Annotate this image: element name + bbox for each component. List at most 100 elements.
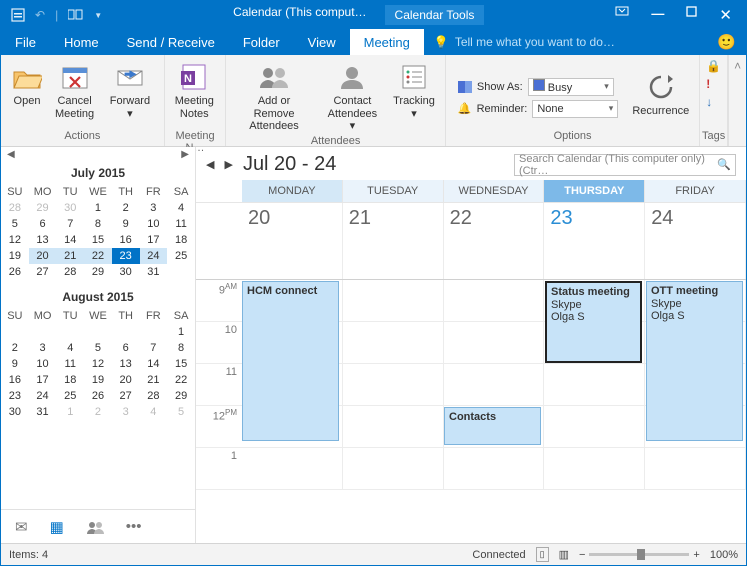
time-cell[interactable] xyxy=(242,448,343,489)
allday-wed[interactable]: 22 xyxy=(444,203,545,279)
cal-day[interactable] xyxy=(167,264,195,280)
cal-day[interactable]: 27 xyxy=(112,388,140,404)
cal-day[interactable]: 31 xyxy=(29,404,57,420)
cal-day[interactable]: 25 xyxy=(56,388,84,404)
cal-day[interactable]: 28 xyxy=(140,388,168,404)
cal-day[interactable] xyxy=(29,324,57,340)
time-cell[interactable] xyxy=(645,448,746,489)
next-month-icon[interactable]: ▶ xyxy=(181,149,189,160)
cal-day[interactable]: 23 xyxy=(112,248,140,264)
cal-day[interactable] xyxy=(112,324,140,340)
cal-day[interactable]: 7 xyxy=(56,216,84,232)
cal-day[interactable]: 2 xyxy=(84,404,112,420)
cal-day[interactable]: 30 xyxy=(1,404,29,420)
cal-day[interactable]: 9 xyxy=(112,216,140,232)
tab-folder[interactable]: Folder xyxy=(229,29,294,55)
day-header[interactable]: TUESDAY xyxy=(343,180,444,202)
cal-day[interactable]: 7 xyxy=(140,340,168,356)
cal-day[interactable]: 6 xyxy=(112,340,140,356)
allday-mon[interactable]: 20 xyxy=(242,203,343,279)
time-cell[interactable] xyxy=(343,322,444,363)
tab-send-receive[interactable]: Send / Receive xyxy=(113,29,229,55)
people-icon[interactable] xyxy=(86,520,104,534)
next-week-icon[interactable]: ▶ xyxy=(224,158,232,171)
add-remove-attendees-button[interactable]: Add or Remove Attendees xyxy=(232,59,315,135)
time-cell[interactable] xyxy=(444,448,545,489)
appointment[interactable]: Status meetingSkypeOlga S xyxy=(545,281,642,363)
open-button[interactable]: Open xyxy=(7,59,47,110)
cal-day[interactable]: 12 xyxy=(1,232,29,248)
time-cell[interactable] xyxy=(444,364,545,405)
cal-day[interactable]: 13 xyxy=(112,356,140,372)
forward-button[interactable]: Forward ▾ xyxy=(102,59,158,122)
cal-day[interactable]: 22 xyxy=(84,248,112,264)
allday-fri[interactable]: 24 xyxy=(645,203,746,279)
cal-day[interactable]: 16 xyxy=(1,372,29,388)
mail-icon[interactable]: ✉ xyxy=(15,518,28,536)
cal-day[interactable]: 21 xyxy=(140,372,168,388)
reminder-select[interactable]: None xyxy=(532,100,618,118)
cal-day[interactable]: 12 xyxy=(84,356,112,372)
cal-day[interactable]: 4 xyxy=(140,404,168,420)
tracking-button[interactable]: Tracking▾ xyxy=(389,59,439,122)
cal-day[interactable]: 27 xyxy=(29,264,57,280)
minimize-icon[interactable]: — xyxy=(651,6,664,24)
cal-day[interactable]: 22 xyxy=(167,372,195,388)
prev-month-icon[interactable]: ◀ xyxy=(7,149,15,160)
cal-day[interactable]: 19 xyxy=(84,372,112,388)
time-cell[interactable] xyxy=(343,406,444,447)
cal-day[interactable]: 29 xyxy=(29,200,57,216)
allday-thu[interactable]: 23 xyxy=(544,203,645,279)
cal-day[interactable]: 6 xyxy=(29,216,57,232)
time-cell[interactable] xyxy=(544,448,645,489)
cal-day[interactable]: 5 xyxy=(167,404,195,420)
cal-day[interactable]: 1 xyxy=(167,324,195,340)
cal-day[interactable]: 15 xyxy=(167,356,195,372)
tab-home[interactable]: Home xyxy=(50,29,113,55)
cal-day[interactable]: 21 xyxy=(56,248,84,264)
undo-icon[interactable]: ↶ xyxy=(35,8,45,22)
cal-day[interactable] xyxy=(140,324,168,340)
cal-day[interactable]: 18 xyxy=(56,372,84,388)
time-cell[interactable] xyxy=(343,448,444,489)
cal-day[interactable]: 11 xyxy=(56,356,84,372)
cal-day[interactable]: 15 xyxy=(84,232,112,248)
mini-calendar-july[interactable]: SUMOTUWETHFRSA 2829301234567891011121314… xyxy=(1,184,195,280)
cal-day[interactable]: 26 xyxy=(1,264,29,280)
time-grid[interactable]: 9AM101112PM1HCM connectStatus meetingSky… xyxy=(196,280,746,543)
cal-day[interactable]: 29 xyxy=(84,264,112,280)
cal-day[interactable]: 26 xyxy=(84,388,112,404)
cal-day[interactable]: 9 xyxy=(1,356,29,372)
cal-day[interactable]: 8 xyxy=(167,340,195,356)
cal-day[interactable]: 3 xyxy=(29,340,57,356)
cal-day[interactable]: 20 xyxy=(29,248,57,264)
zoom-control[interactable]: − + 100% xyxy=(579,549,738,561)
cal-day[interactable]: 3 xyxy=(112,404,140,420)
view-reading-icon[interactable]: ▥ xyxy=(559,548,569,561)
cal-day[interactable]: 20 xyxy=(112,372,140,388)
day-header[interactable]: THURSDAY xyxy=(544,180,645,202)
qat-customize-icon[interactable] xyxy=(68,9,84,21)
time-cell[interactable] xyxy=(343,280,444,321)
cal-day[interactable]: 29 xyxy=(167,388,195,404)
cal-day[interactable]: 1 xyxy=(84,200,112,216)
collapse-ribbon-icon[interactable]: ˄ xyxy=(728,55,746,146)
cal-day[interactable]: 28 xyxy=(1,200,29,216)
day-header[interactable]: MONDAY xyxy=(242,180,343,202)
cal-day[interactable]: 13 xyxy=(29,232,57,248)
contact-attendees-button[interactable]: Contact Attendees ▾ xyxy=(320,59,385,135)
maximize-icon[interactable] xyxy=(686,6,697,24)
cal-day[interactable]: 18 xyxy=(167,232,195,248)
search-input[interactable]: Search Calendar (This computer only) (Ct… xyxy=(514,154,736,176)
meeting-notes-button[interactable]: N Meeting Notes xyxy=(171,59,218,122)
cal-day[interactable]: 19 xyxy=(1,248,29,264)
calendar-icon[interactable]: ▦ xyxy=(50,518,64,536)
cal-day[interactable]: 16 xyxy=(112,232,140,248)
showas-select[interactable]: Busy xyxy=(528,78,614,96)
appointment[interactable]: HCM connect xyxy=(242,281,339,441)
time-cell[interactable] xyxy=(544,364,645,405)
cal-day[interactable]: 3 xyxy=(140,200,168,216)
cal-day[interactable] xyxy=(56,324,84,340)
ribbon-options-icon[interactable] xyxy=(615,6,629,24)
cal-day[interactable]: 14 xyxy=(56,232,84,248)
